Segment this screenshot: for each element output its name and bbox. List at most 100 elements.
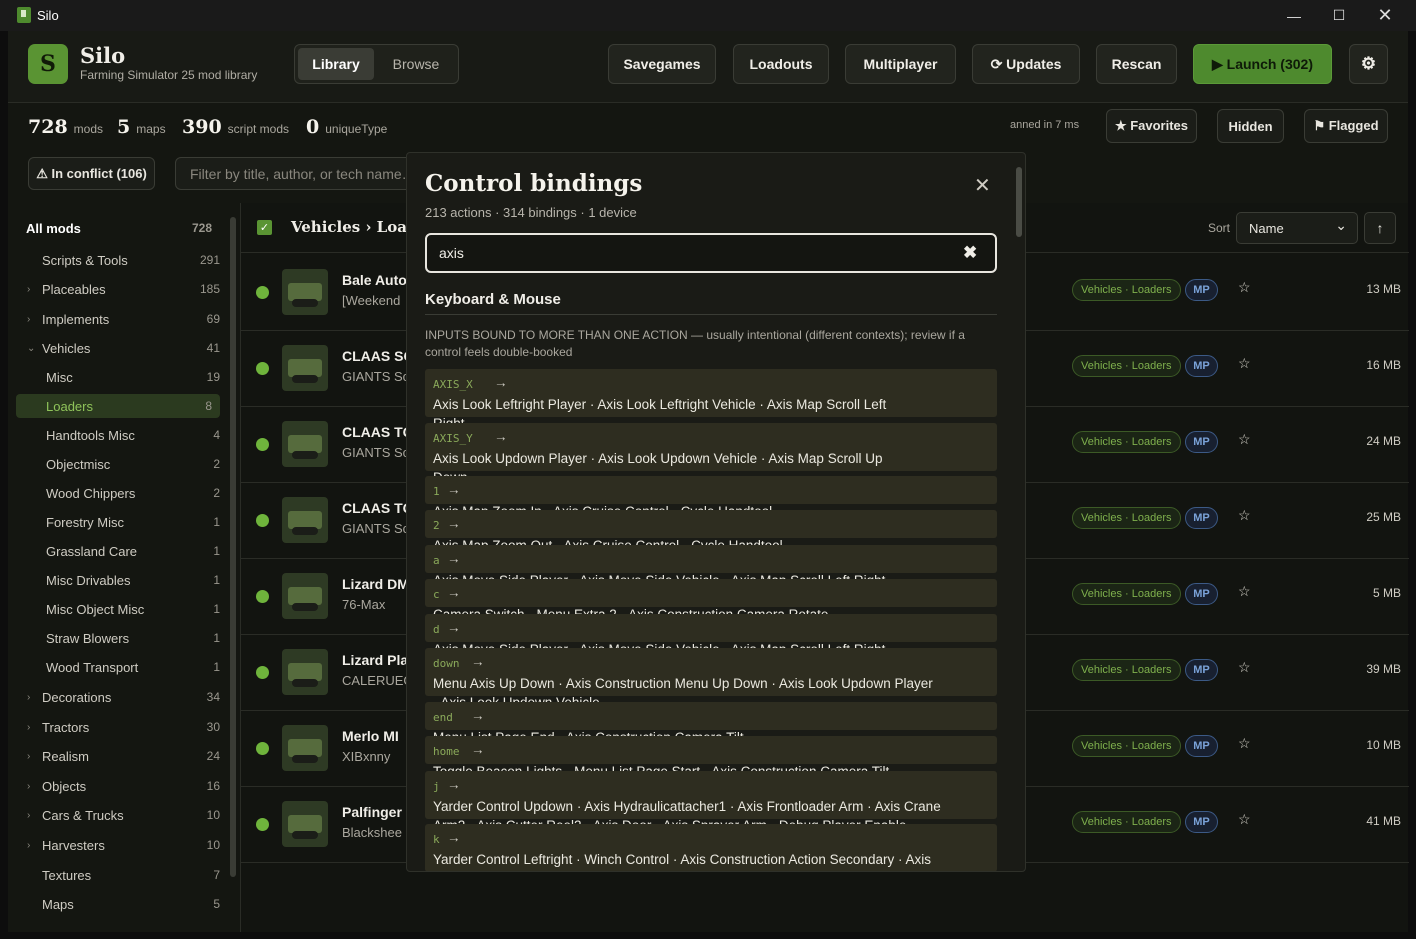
sidebar-item-count: 8 xyxy=(205,399,212,413)
sidebar-item-straw-blowers[interactable]: Straw Blowers 1 xyxy=(46,626,220,650)
sidebar-item-wood-chippers[interactable]: Wood Chippers 2 xyxy=(46,481,220,505)
filter-input[interactable]: Filter by title, author, or tech name… xyxy=(175,157,415,190)
chevron-icon[interactable]: › xyxy=(27,692,30,703)
category-tag[interactable]: Vehicles · Loaders xyxy=(1072,659,1181,681)
category-tag[interactable]: Vehicles · Loaders xyxy=(1072,279,1181,301)
sort-select[interactable]: Name xyxy=(1236,212,1358,244)
category-tag[interactable]: Vehicles · Loaders xyxy=(1072,431,1181,453)
mod-size: 25 MB xyxy=(1366,510,1401,524)
sidebar-item-maps[interactable]: Maps 5 xyxy=(42,892,220,916)
category-tag[interactable]: Vehicles · Loaders xyxy=(1072,811,1181,833)
chevron-icon[interactable]: › xyxy=(27,751,30,762)
sidebar-item-label: Forestry Misc xyxy=(46,514,124,530)
tab-library[interactable]: Library xyxy=(298,48,374,80)
sidebar-item-misc-object-misc[interactable]: Misc Object Misc 1 xyxy=(46,597,220,621)
binding-key: d xyxy=(433,623,440,636)
favorite-star-icon[interactable]: ☆ xyxy=(1238,279,1251,296)
sidebar-item-loaders[interactable]: Loaders 8 xyxy=(16,394,220,418)
binding-row[interactable]: j →Yarder Control Updown · Axis Hydraulic… xyxy=(425,771,997,833)
dialog-scrollbar[interactable] xyxy=(1016,157,1022,869)
binding-row[interactable]: end→Menu List Page End · Axis Constructi… xyxy=(425,702,997,745)
binding-row[interactable]: 2→Axis Map Zoom Out · Axis Cruise Contro… xyxy=(425,510,997,553)
maximize-icon[interactable]: ☐ xyxy=(1316,0,1362,31)
section-heading-keyboard-mouse: Keyboard & Mouse xyxy=(425,291,997,315)
sidebar-item-realism[interactable]: › Realism 24 xyxy=(27,744,220,768)
category-tag[interactable]: Vehicles · Loaders xyxy=(1072,735,1181,757)
sidebar-item-forestry-misc[interactable]: Forestry Misc 1 xyxy=(46,510,220,534)
sidebar-item-count: 41 xyxy=(206,341,220,355)
dialog-subtitle: 213 actions · 314 bindings · 1 device xyxy=(425,205,637,220)
favorite-star-icon[interactable]: ☆ xyxy=(1238,659,1251,676)
favorite-star-icon[interactable]: ☆ xyxy=(1238,355,1251,372)
mod-thumbnail xyxy=(282,649,328,695)
binding-row[interactable]: c→Camera Switch · Menu Extra 2 · Axis Co… xyxy=(425,579,997,622)
sidebar-item-misc[interactable]: Misc 19 xyxy=(46,365,220,389)
binding-row[interactable]: k → Yarder Control Leftright · Winch Contr… xyxy=(425,824,997,871)
category-tag[interactable]: Vehicles · Loaders xyxy=(1072,583,1181,605)
sidebar-item-textures[interactable]: Textures 7 xyxy=(42,863,220,887)
sidebar-item-scripts-tools[interactable]: Scripts & Tools 291 xyxy=(42,248,220,272)
close-icon[interactable]: ✕ xyxy=(974,173,991,198)
sidebar-item-grassland-care[interactable]: Grassland Care 1 xyxy=(46,539,220,563)
binding-row[interactable]: down →Menu Axis Up Down · Axis Constructi… xyxy=(425,648,997,710)
minimize-icon[interactable]: — xyxy=(1271,0,1317,31)
binding-row[interactable]: AXIS_Y →Axis Look Updown Player · Axis Lo… xyxy=(425,423,997,485)
select-all-checkbox[interactable]: ✓ xyxy=(257,220,272,235)
sidebar-item-misc-drivables[interactable]: Misc Drivables 1 xyxy=(46,568,220,592)
settings-gear-icon[interactable]: ⚙ xyxy=(1349,44,1388,84)
savegames-button[interactable]: Savegames xyxy=(608,44,716,84)
sidebar-item-count: 10 xyxy=(206,808,220,822)
sidebar-item-all-mods[interactable]: All mods 728 xyxy=(26,216,212,240)
chevron-icon[interactable]: › xyxy=(27,781,30,792)
sidebar-scrollbar[interactable] xyxy=(230,211,236,931)
favorite-star-icon[interactable]: ☆ xyxy=(1238,811,1251,828)
sidebar-item-implements[interactable]: › Implements 69 xyxy=(27,307,220,331)
close-window-icon[interactable]: ✕ xyxy=(1362,0,1408,31)
sidebar-item-count: 5 xyxy=(213,897,220,911)
binding-row[interactable]: d→Axis Move Side Player · Axis Move Side… xyxy=(425,614,997,657)
rescan-button[interactable]: Rescan xyxy=(1096,44,1177,84)
binding-row[interactable]: 1→Axis Map Zoom In · Axis Cruise Control… xyxy=(425,476,997,519)
favorites-filter-button[interactable]: ★ Favorites xyxy=(1106,109,1197,143)
favorite-star-icon[interactable]: ☆ xyxy=(1238,507,1251,524)
chevron-icon[interactable]: › xyxy=(27,284,30,295)
sidebar-item-harvesters[interactable]: › Harvesters 10 xyxy=(27,833,220,857)
chevron-icon[interactable]: › xyxy=(27,810,30,821)
favorite-star-icon[interactable]: ☆ xyxy=(1238,583,1251,600)
sidebar-item-tractors[interactable]: › Tractors 30 xyxy=(27,715,220,739)
category-tag[interactable]: Vehicles · Loaders xyxy=(1072,507,1181,529)
sidebar-item-handtools-misc[interactable]: Handtools Misc 4 xyxy=(46,423,220,447)
mod-author: [Weekend xyxy=(342,293,401,308)
sort-direction-button[interactable]: ↑ xyxy=(1364,212,1396,244)
binding-actions: Yarder Control Leftright · Winch Control… xyxy=(433,851,931,867)
conflict-filter-button[interactable]: ⚠ In conflict (106) xyxy=(28,157,155,190)
sidebar-item-cars-trucks[interactable]: › Cars & Trucks 10 xyxy=(27,803,220,827)
sidebar-item-objects[interactable]: › Objects 16 xyxy=(27,774,220,798)
chevron-icon[interactable]: › xyxy=(27,314,30,325)
updates-button[interactable]: ⟳ Updates xyxy=(972,44,1080,84)
multiplayer-button[interactable]: Multiplayer xyxy=(845,44,956,84)
tab-browse[interactable]: Browse xyxy=(377,48,455,80)
chevron-icon[interactable]: ⌄ xyxy=(27,343,35,354)
flagged-filter-button[interactable]: ⚑ Flagged xyxy=(1304,109,1388,143)
clear-search-icon[interactable]: ✖ xyxy=(963,243,977,263)
launch-button[interactable]: ▶ Launch (302) xyxy=(1193,44,1332,84)
favorite-star-icon[interactable]: ☆ xyxy=(1238,431,1251,448)
binding-row[interactable]: AXIS_X →Axis Look Leftright Player · Axis… xyxy=(425,369,997,431)
chevron-icon[interactable]: › xyxy=(27,722,30,733)
mod-title: Lizard Pla xyxy=(342,652,409,668)
chevron-icon[interactable]: › xyxy=(27,840,30,851)
sidebar-item-wood-transport[interactable]: Wood Transport 1 xyxy=(46,655,220,679)
binding-row[interactable]: home→Toggle Beacon Lights · Menu List Pa… xyxy=(425,736,997,779)
sidebar-item-placeables[interactable]: › Placeables 185 xyxy=(27,277,220,301)
favorite-star-icon[interactable]: ☆ xyxy=(1238,735,1251,752)
category-tag[interactable]: Vehicles · Loaders xyxy=(1072,355,1181,377)
sidebar-item-decorations[interactable]: › Decorations 34 xyxy=(27,685,220,709)
sidebar-item-objectmisc[interactable]: Objectmisc 2 xyxy=(46,452,220,476)
sidebar-item-vehicles[interactable]: ⌄ Vehicles 41 xyxy=(27,336,220,360)
hidden-filter-button[interactable]: Hidden xyxy=(1217,109,1284,143)
bindings-search-input[interactable]: axis xyxy=(425,233,997,273)
binding-row[interactable]: a→Axis Move Side Player · Axis Move Side… xyxy=(425,545,997,588)
loadouts-button[interactable]: Loadouts xyxy=(733,44,829,84)
binding-key: a xyxy=(433,554,440,567)
